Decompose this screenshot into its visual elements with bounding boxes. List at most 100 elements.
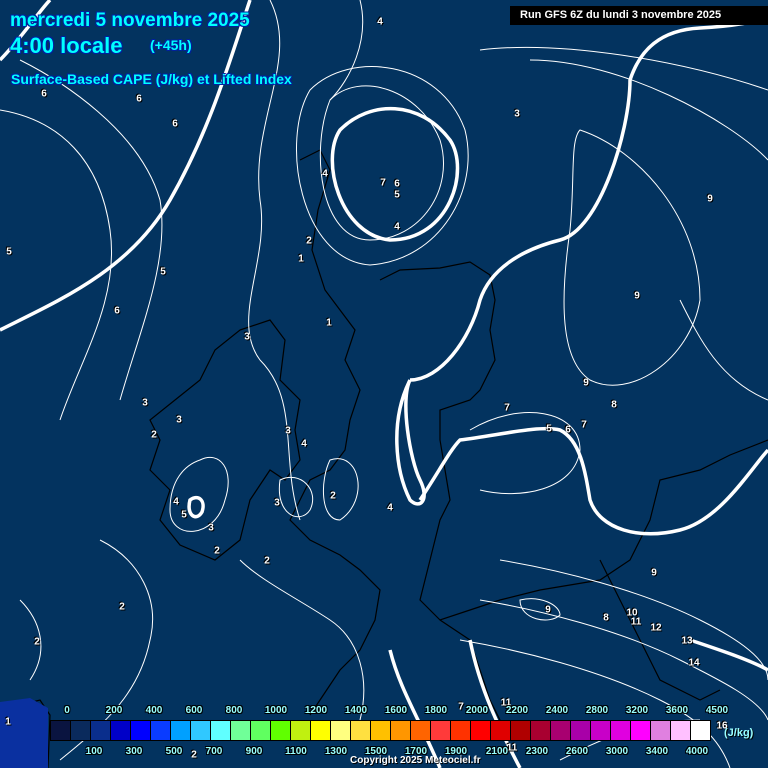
- legend-swatch: [231, 721, 251, 740]
- legend-swatch: [551, 721, 571, 740]
- legend-swatch: [131, 721, 151, 740]
- contour-label: 2: [191, 749, 197, 761]
- legend-tick-label: 2100: [485, 746, 509, 757]
- legend-unit: (J/kg): [724, 727, 754, 739]
- legend-swatch: [331, 721, 351, 740]
- legend-swatch: [671, 721, 691, 740]
- legend-tick-label: 1100: [285, 746, 307, 757]
- contour-label: 6: [565, 424, 571, 436]
- map-canvas: [0, 0, 768, 768]
- legend-tick-label: 4500: [705, 705, 729, 716]
- legend-tick-label: 1000: [264, 705, 288, 716]
- legend-swatch: [471, 721, 491, 740]
- legend-tick-label: 3200: [625, 705, 649, 716]
- contour-label: 11: [506, 742, 518, 754]
- contour-label: 2: [34, 636, 40, 648]
- contour-label: 2: [119, 601, 125, 613]
- legend-swatch: [351, 721, 371, 740]
- legend-tick-label: 1600: [384, 705, 408, 716]
- model-run-label: Run GFS 6Z du lundi 3 novembre 2025: [510, 6, 768, 25]
- contour-label: 9: [545, 604, 551, 616]
- legend-tick-label: 100: [85, 746, 103, 757]
- contour-label: 2: [151, 429, 157, 441]
- contour-label: 9: [651, 567, 657, 579]
- legend-tick-label: 500: [165, 746, 183, 757]
- legend-swatch: [691, 721, 710, 740]
- contour-label: 1: [298, 253, 304, 265]
- legend-swatch: [171, 721, 191, 740]
- contour-label: 9: [707, 193, 713, 205]
- contour-label: 5: [181, 509, 187, 521]
- contour-label: 12: [650, 622, 662, 634]
- legend-tick-label: 1300: [324, 746, 348, 757]
- forecast-date: mercredi 5 novembre 2025: [10, 10, 250, 31]
- legend-tick-label: 1800: [424, 705, 448, 716]
- contour-label: 2: [214, 545, 220, 557]
- legend-tick-label: 3600: [665, 705, 689, 716]
- legend-swatch: [211, 721, 231, 740]
- legend-tick-label: 900: [245, 746, 263, 757]
- legend-tick-label: 3000: [605, 746, 629, 757]
- legend-swatch: [491, 721, 511, 740]
- contour-label: 5: [546, 423, 552, 435]
- contour-label: 3: [142, 397, 148, 409]
- coastlines: [0, 149, 768, 768]
- cape-area: [0, 698, 48, 768]
- legend-tick-label: 2300: [525, 746, 549, 757]
- contour-label: 3: [208, 522, 214, 534]
- contour-label: 7: [380, 177, 386, 189]
- contour-label: 6: [41, 88, 47, 100]
- legend-tick-label: 700: [205, 746, 223, 757]
- legend-swatch: [291, 721, 311, 740]
- forecast-lead-time: (+45h): [150, 37, 192, 53]
- contour-label: 4: [394, 221, 400, 233]
- legend-tick-label: 1200: [304, 705, 328, 716]
- contour-label: 2: [306, 235, 312, 247]
- legend-tick-label: 600: [185, 705, 203, 716]
- contour-label: 3: [244, 331, 250, 343]
- contour-label: 2: [264, 555, 270, 567]
- contour-label: 9: [634, 290, 640, 302]
- legend-swatch: [91, 721, 111, 740]
- contour-label: 3: [176, 414, 182, 426]
- legend-swatch: [611, 721, 631, 740]
- contour-label: 5: [394, 189, 400, 201]
- contour-label: 7: [458, 701, 464, 713]
- legend-tick-label: 0: [64, 705, 70, 716]
- legend-tick-label: 2800: [585, 705, 609, 716]
- contour-label: 6: [114, 305, 120, 317]
- legend-swatch: [311, 721, 331, 740]
- legend-swatch: [531, 721, 551, 740]
- contour-label: 8: [611, 399, 617, 411]
- legend-swatch: [411, 721, 431, 740]
- contour-label: 1: [326, 317, 332, 329]
- contour-label: 6: [394, 178, 400, 190]
- legend-swatch: [371, 721, 391, 740]
- legend-tick-label: 300: [125, 746, 143, 757]
- legend-swatch: [51, 721, 71, 740]
- contour-label: 4: [322, 168, 328, 180]
- contour-label: 11: [630, 616, 642, 628]
- contour-label: 8: [603, 612, 609, 624]
- legend-swatch: [451, 721, 471, 740]
- legend-swatch: [511, 721, 531, 740]
- legend-swatch: [111, 721, 131, 740]
- lifted-index-zero-contours: [0, 0, 768, 768]
- contour-label: 9: [583, 377, 589, 389]
- contour-label: 4: [377, 16, 383, 28]
- parameter-title: Surface-Based CAPE (J/kg) et Lifted Inde…: [11, 71, 292, 87]
- legend-swatch: [251, 721, 271, 740]
- legend-swatch: [271, 721, 291, 740]
- legend-tick-label: 400: [145, 705, 163, 716]
- color-legend: [50, 720, 711, 741]
- contour-label: 14: [688, 657, 700, 669]
- legend-swatch: [391, 721, 411, 740]
- legend-tick-label: 1400: [344, 705, 368, 716]
- legend-swatch: [571, 721, 591, 740]
- contour-label: 5: [6, 246, 12, 258]
- contour-label: 3: [285, 425, 291, 437]
- lifted-index-contours: [0, 0, 768, 768]
- contour-label: 1: [5, 716, 11, 728]
- legend-swatch: [631, 721, 651, 740]
- legend-tick-label: 3400: [645, 746, 669, 757]
